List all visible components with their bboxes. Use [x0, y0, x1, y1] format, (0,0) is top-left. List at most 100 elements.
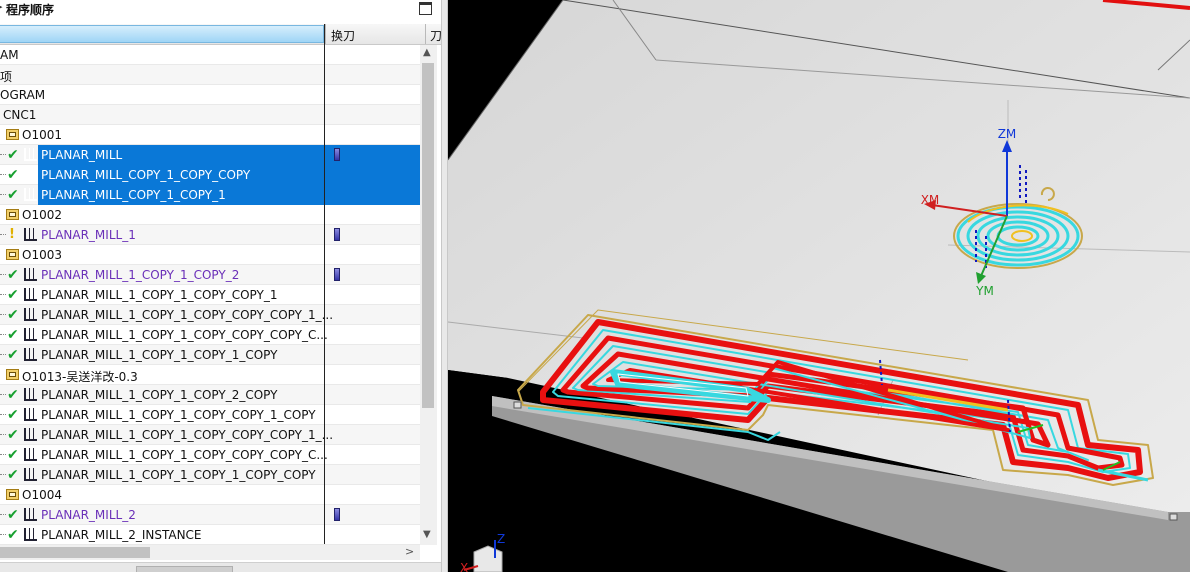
triad-x-label: X	[460, 561, 468, 572]
part-top-face[interactable]	[448, 0, 1190, 520]
operation-row[interactable]: ✔ PLANAR_MILL_1_COPY_1_COPY_COPY_1_COPY	[0, 405, 420, 425]
operation-row[interactable]: ✔ PLANAR_MILL_1_COPY_1_COPY_1_COPY_COPY	[0, 465, 420, 485]
operation-label: PLANAR_MILL_1_COPY_1_COPY_2	[41, 268, 240, 282]
mcs-y-label: YM	[975, 284, 994, 298]
mcs-x-label: XM	[921, 193, 940, 207]
folder-icon	[6, 209, 19, 220]
operation-row[interactable]: ✔ PLANAR_MILL_1_COPY_1_COPY_COPY_COPY_C..…	[0, 445, 420, 465]
tool-change-icon	[334, 508, 340, 521]
program-group-label: O1002	[22, 208, 62, 222]
scroll-right-icon[interactable]: >	[405, 545, 414, 558]
column-header: 换刀 刀	[0, 24, 441, 45]
scene-3d[interactable]: ZM XM YM Z X	[448, 0, 1190, 572]
operation-row[interactable]: ✔ PLANAR_MILL_1_COPY_1_COPY_COPY_COPY_1_.…	[0, 425, 420, 445]
operation-row[interactable]: ✔ PLANAR_MILL_1_COPY_1_COPY_COPY_1	[0, 285, 420, 305]
graphics-viewport[interactable]: ZM XM YM Z X	[448, 0, 1190, 572]
folder-icon	[6, 129, 19, 140]
operation-label: PLANAR_MILL	[41, 148, 123, 162]
complete-check-icon: ✔	[7, 427, 19, 443]
complete-check-icon: ✔	[7, 187, 19, 203]
operation-label: PLANAR_MILL_1_COPY_1_COPY_COPY_COPY_C...	[41, 448, 328, 462]
status-bar	[0, 562, 441, 572]
tool-change-icon	[334, 148, 340, 161]
complete-check-icon: ✔	[7, 307, 19, 323]
planar-mill-op-icon	[24, 148, 37, 161]
operation-row[interactable]: ✔ PLANAR_MILL	[0, 145, 420, 165]
operation-row[interactable]: ✔ PLANAR_MILL_1_COPY_1_COPY_2_COPY	[0, 385, 420, 405]
tree-row[interactable]: AM	[0, 45, 420, 65]
scroll-up-icon[interactable]: ▲	[423, 47, 431, 58]
navigator-title-bar: ▸ 程序顺序	[0, 0, 441, 20]
tree-row[interactable]: OGRAM	[0, 85, 420, 105]
folder-icon	[6, 489, 19, 500]
planar-mill-op-icon	[24, 168, 37, 181]
complete-check-icon: ✔	[7, 507, 19, 523]
operation-label: PLANAR_MILL_COPY_1_COPY_1	[41, 188, 226, 202]
column-header-tool-change[interactable]: 换刀	[331, 27, 355, 44]
horizontal-scroll-thumb[interactable]	[0, 547, 150, 558]
operation-label: PLANAR_MILL_2	[41, 508, 136, 522]
program-group-row[interactable]: O1001	[0, 125, 420, 145]
operation-row[interactable]: ✔ PLANAR_MILL_1_COPY_1_COPY_COPY_COPY_1_.…	[0, 305, 420, 325]
folder-icon	[6, 249, 19, 260]
operation-row[interactable]: ✔ PLANAR_MILL_1_COPY_1_COPY_2	[0, 265, 420, 285]
program-group-label: O1003	[22, 248, 62, 262]
complete-check-icon: ✔	[7, 407, 19, 423]
vertical-scrollbar[interactable]: ▲ ▼	[420, 45, 437, 545]
fixture-marker	[1169, 513, 1178, 521]
planar-mill-op-icon	[24, 508, 37, 521]
complete-check-icon: ✔	[7, 327, 19, 343]
operation-row[interactable]: ✔ PLANAR_MILL_2	[0, 505, 420, 525]
maximize-icon[interactable]	[419, 2, 432, 15]
horizontal-scrollbar[interactable]: >	[0, 545, 420, 560]
scroll-down-icon[interactable]: ▼	[423, 529, 431, 540]
complete-check-icon: ✔	[7, 167, 19, 183]
program-group-row[interactable]: O1002	[0, 205, 420, 225]
program-group-row[interactable]: O1003	[0, 245, 420, 265]
program-group-label: O1013-吴送洋改-0.3	[22, 370, 138, 384]
operation-row[interactable]: ✔ PLANAR_MILL_2_INSTANCE	[0, 525, 420, 545]
operation-label: PLANAR_MILL_1_COPY_1_COPY_1_COPY	[41, 348, 278, 362]
panel-splitter[interactable]	[441, 0, 448, 572]
triad-z-label: Z	[497, 532, 505, 546]
operation-label: PLANAR_MILL_1_COPY_1_COPY_2_COPY	[41, 388, 278, 402]
operation-row[interactable]: ✔ PLANAR_MILL_COPY_1_COPY_1	[0, 185, 420, 205]
program-group-label: O1004	[22, 488, 62, 502]
planar-mill-op-icon	[24, 268, 37, 281]
operation-label: PLANAR_MILL_2_INSTANCE	[41, 528, 202, 542]
planar-mill-op-icon	[24, 188, 37, 201]
fixture-marker	[513, 401, 522, 409]
tree-node-label: CNC1	[3, 108, 37, 122]
operation-label: PLANAR_MILL_1_COPY_1_COPY_COPY_COPY_1_..…	[41, 308, 334, 322]
tree-node-label: OGRAM	[0, 88, 46, 102]
column-header-tool[interactable]: 刀	[430, 27, 441, 44]
operation-row[interactable]: ! PLANAR_MILL_1	[0, 225, 420, 245]
complete-check-icon: ✔	[7, 147, 19, 163]
planar-mill-op-icon	[24, 228, 37, 241]
operation-row[interactable]: ✔ PLANAR_MILL_1_COPY_1_COPY_COPY_COPY_C..…	[0, 325, 420, 345]
pin-icon[interactable]: ▸	[0, 0, 3, 13]
operation-label: PLANAR_MILL_1	[41, 228, 136, 242]
operation-label: PLANAR_MILL_1_COPY_1_COPY_1_COPY_COPY	[41, 468, 316, 482]
vertical-scroll-thumb[interactable]	[422, 63, 434, 408]
column-header-name[interactable]	[0, 25, 324, 43]
tree-row[interactable]: CNC1	[0, 105, 420, 125]
tool-change-icon	[334, 228, 340, 241]
tree-node-label: 项	[0, 70, 13, 84]
operation-row[interactable]: ✔ PLANAR_MILL_COPY_1_COPY_COPY	[0, 165, 420, 185]
planar-mill-op-icon	[24, 348, 37, 361]
operation-label: PLANAR_MILL_COPY_1_COPY_COPY	[41, 168, 251, 182]
planar-mill-op-icon	[24, 448, 37, 461]
regenerate-status-icon: !	[9, 227, 15, 242]
tool-change-icon	[334, 268, 340, 281]
program-group-row[interactable]: O1013-吴送洋改-0.3	[0, 365, 420, 385]
complete-check-icon: ✔	[7, 387, 19, 403]
tree-row[interactable]: 项	[0, 65, 420, 85]
operation-label: PLANAR_MILL_1_COPY_1_COPY_COPY_1_COPY	[41, 408, 316, 422]
operation-row[interactable]: ✔ PLANAR_MILL_1_COPY_1_COPY_1_COPY	[0, 345, 420, 365]
navigator-title: 程序顺序	[6, 3, 55, 17]
operation-navigator: ▸ 程序顺序 换刀 刀 AM项OGRAMCNC1O1001✔PLANAR_MIL…	[0, 0, 441, 572]
planar-mill-op-icon	[24, 308, 37, 321]
operation-label: PLANAR_MILL_1_COPY_1_COPY_COPY_1	[41, 288, 278, 302]
program-group-row[interactable]: O1004	[0, 485, 420, 505]
